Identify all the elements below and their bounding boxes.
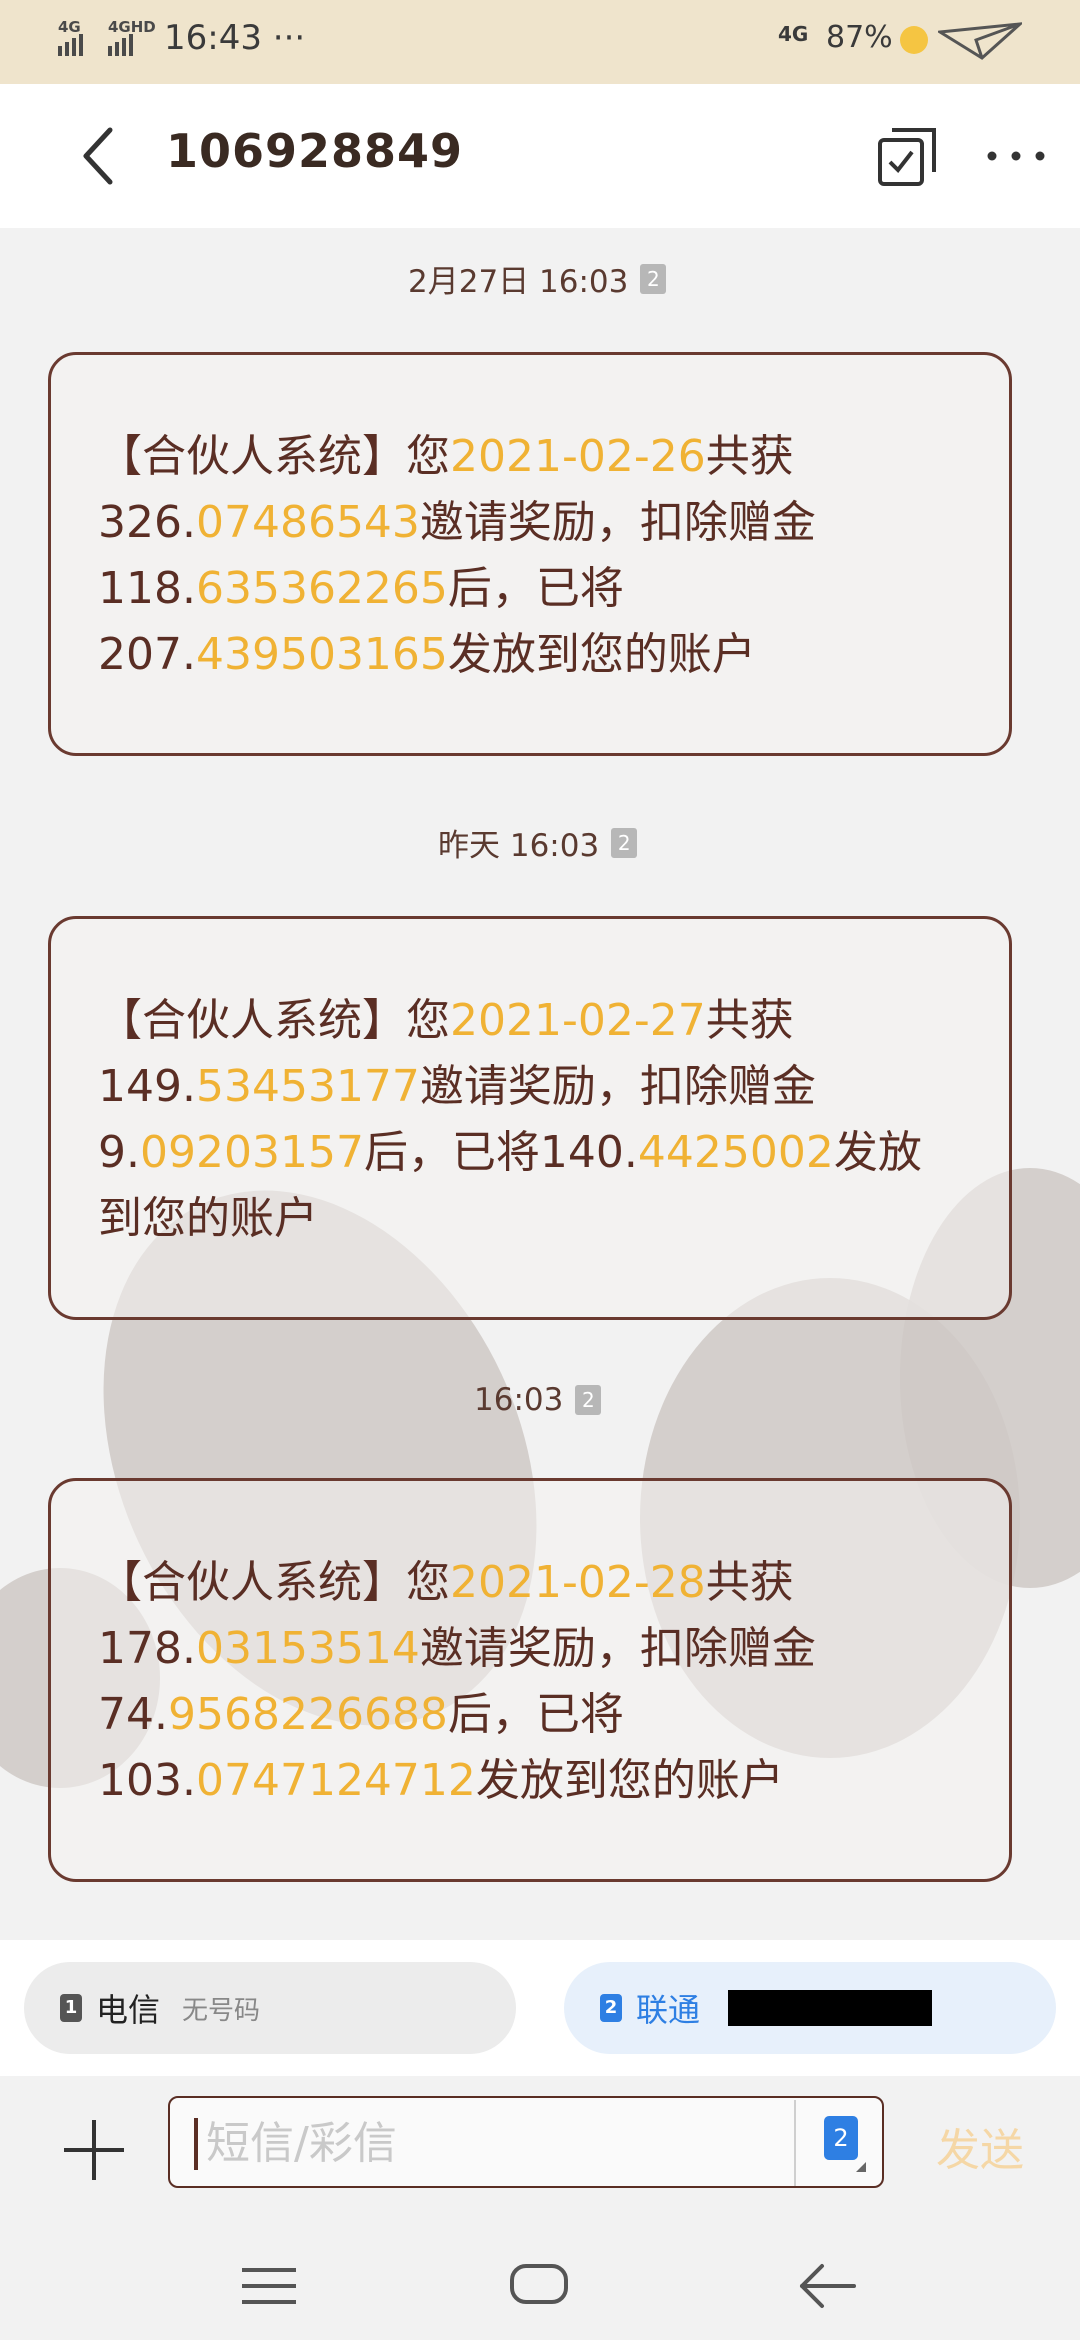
multi-select-icon[interactable] — [876, 126, 938, 188]
highlighted-value[interactable]: 0747124712 — [196, 1755, 476, 1806]
message-segment: 118. — [98, 563, 196, 614]
message-segment: 共获 — [705, 995, 794, 1046]
back-icon[interactable] — [798, 2262, 858, 2310]
message-segment: 后，已将 — [447, 1689, 624, 1740]
clock: 16:43 ··· — [164, 18, 306, 58]
highlighted-value[interactable]: 09203157 — [140, 1127, 364, 1178]
text-cursor — [194, 2118, 198, 2170]
home-icon[interactable] — [510, 2264, 568, 2304]
message-timestamp: 16:03 2 — [474, 1382, 602, 1418]
sim2-carrier: 联通 — [636, 1991, 701, 2029]
chevron-left-icon[interactable] — [76, 124, 136, 188]
sim-badge: 2 — [640, 263, 667, 294]
composer-row: 2 发送 — [0, 2076, 1080, 2236]
more-dots-icon[interactable] — [984, 140, 1048, 172]
highlighted-value[interactable]: 635362265 — [196, 563, 448, 614]
signal-icon: 4G — [58, 18, 83, 56]
sim-select-icon[interactable]: 2 — [824, 2116, 858, 2160]
message-segment: 149. — [98, 1061, 196, 1112]
message-segment: 邀请奖励，扣除赠金 — [419, 1623, 816, 1674]
message-segment: 后，已将 — [447, 563, 624, 614]
highlighted-value[interactable]: 03153514 — [196, 1623, 420, 1674]
message-segment: 【合伙人系统】您 — [98, 431, 450, 482]
highlighted-value[interactable]: 53453177 — [196, 1061, 420, 1112]
dropdown-corner-icon — [856, 2162, 866, 2172]
message-timestamp: 昨天 16:03 2 — [438, 820, 638, 865]
sim-badge: 2 — [611, 827, 638, 858]
menu-icon[interactable] — [242, 2266, 296, 2306]
message-segment: 103. — [98, 1755, 196, 1806]
message-segment: 共获 — [705, 431, 794, 482]
message-segment: 326. — [98, 497, 196, 548]
highlighted-value[interactable]: 2021-02-27 — [450, 995, 706, 1046]
network-label: 4G — [778, 22, 809, 46]
message-segment: 74. — [98, 1689, 168, 1740]
paper-plane-icon — [938, 22, 1022, 60]
contact-title: 106928849 — [166, 124, 464, 178]
message-text: 【合伙人系统】您2021-02-28共获 178.03153514邀请奖励，扣除赠… — [98, 1550, 928, 1814]
highlighted-value[interactable]: 439503165 — [196, 629, 448, 680]
message-segment: 【合伙人系统】您 — [98, 995, 450, 1046]
sim-selector-bar: 1 电信 无号码 2 联通 — [0, 1940, 1080, 2076]
redacted-number — [728, 1990, 933, 2026]
highlighted-value[interactable]: 4425002 — [638, 1127, 834, 1178]
highlighted-value[interactable]: 9568226688 — [168, 1689, 448, 1740]
signal-icon: 4GHD — [108, 18, 156, 56]
sim1-number: 无号码 — [182, 1995, 261, 2026]
battery-level: 87% — [826, 20, 893, 55]
system-nav-bar — [0, 2236, 1080, 2340]
message-text: 【合伙人系统】您2021-02-26共获 326.07486543邀请奖励，扣除赠… — [98, 424, 928, 688]
sim1-carrier: 电信 — [96, 1991, 161, 2029]
message-segment: 邀请奖励，扣除赠金 — [419, 1061, 816, 1112]
charging-icon — [900, 26, 928, 54]
divider — [794, 2100, 796, 2186]
send-button[interactable]: 发送 — [936, 2114, 1024, 2178]
sim-card-icon: 1 — [60, 1994, 82, 2022]
status-bar: 4G 4GHD 16:43 ··· 4G 87% — [0, 0, 1080, 84]
message-segment: 9. — [98, 1127, 140, 1178]
message-segment: 【合伙人系统】您 — [98, 1557, 450, 1608]
sim2-button[interactable]: 2 联通 — [564, 1962, 1056, 2054]
message-text: 【合伙人系统】您2021-02-27共获 149.53453177邀请奖励，扣除赠… — [98, 988, 928, 1252]
message-timestamp: 2月27日 16:03 2 — [408, 256, 667, 301]
message-segment: 邀请奖励，扣除赠金 — [419, 497, 816, 548]
message-segment: 207. — [98, 629, 196, 680]
message-input[interactable] — [204, 2112, 748, 2174]
plus-icon[interactable] — [64, 2120, 124, 2180]
sim-card-icon: 2 — [600, 1994, 622, 2022]
sim1-button[interactable]: 1 电信 无号码 — [24, 1962, 516, 2054]
message-segment: 后，已将140. — [363, 1127, 638, 1178]
message-segment: 发放到您的账户 — [447, 629, 756, 680]
message-segment: 共获 — [705, 1557, 794, 1608]
conversation-header: 106928849 — [0, 84, 1080, 228]
message-input-box[interactable]: 2 — [168, 2096, 884, 2188]
message-list[interactable]: 2月27日 16:03 2 【合伙人系统】您2021-02-26共获326.07… — [0, 228, 1080, 1940]
sim-badge: 2 — [575, 1385, 602, 1415]
highlighted-value[interactable]: 07486543 — [196, 497, 420, 548]
message-segment: 178. — [98, 1623, 196, 1674]
message-segment: 发放到您的账户 — [475, 1755, 784, 1806]
overflow-dots: ··· — [272, 18, 306, 58]
highlighted-value[interactable]: 2021-02-28 — [450, 1557, 706, 1608]
highlighted-value[interactable]: 2021-02-26 — [450, 431, 706, 482]
